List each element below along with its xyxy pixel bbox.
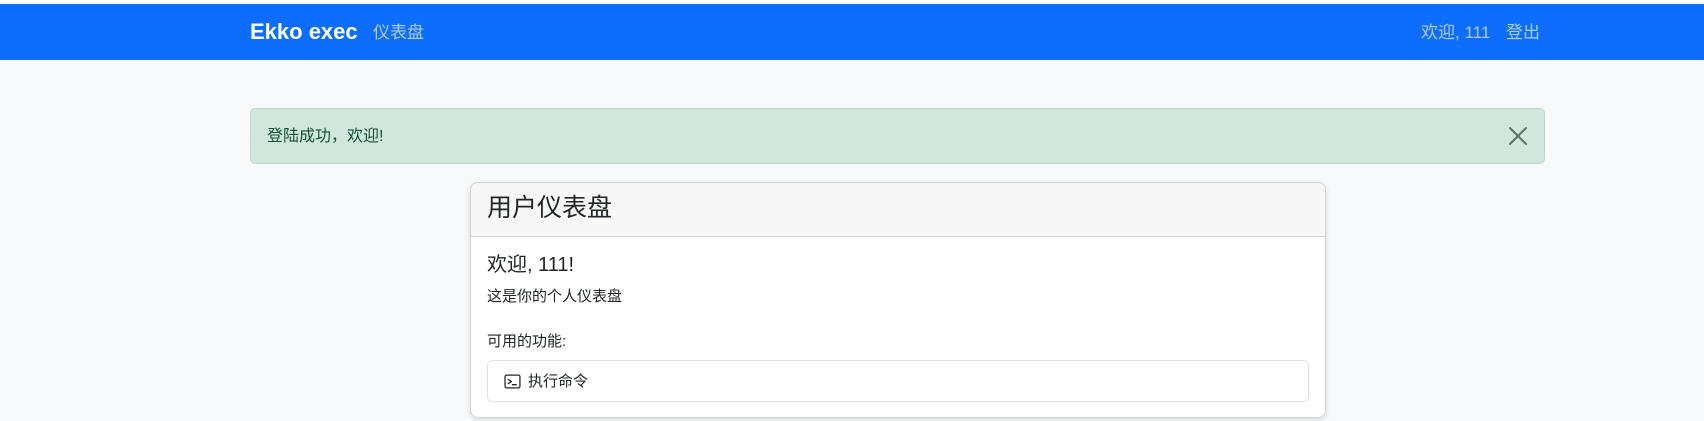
card-title: 用户仪表盘 (487, 194, 613, 222)
features-label: 可用的功能: (487, 333, 567, 350)
close-icon[interactable] (1506, 124, 1530, 148)
nav-link-logout[interactable]: 登出 (1506, 22, 1540, 44)
dashboard-subtitle: 这是你的个人仪表盘 (487, 288, 623, 305)
terminal-icon (504, 373, 521, 390)
brand-link[interactable]: Ekko exec (250, 18, 358, 46)
dashboard-card: 用户仪表盘 欢迎, 111! 这是你的个人仪表盘 可用的功能: 执行命令 (470, 182, 1326, 418)
nav-welcome-text: 欢迎, 111 (1421, 23, 1491, 42)
feature-label: 执行命令 (528, 373, 589, 390)
success-alert: 登陆成功，欢迎! (250, 108, 1545, 164)
feature-execute-command[interactable]: 执行命令 (487, 360, 1309, 402)
nav-link-dashboard[interactable]: 仪表盘 (373, 22, 424, 44)
card-header: 用户仪表盘 (471, 183, 1325, 237)
alert-message: 登陆成功，欢迎! (267, 128, 384, 145)
welcome-heading: 欢迎, 111! (487, 254, 575, 276)
navbar: Ekko exec 仪表盘 欢迎, 111 登出 (0, 4, 1704, 60)
